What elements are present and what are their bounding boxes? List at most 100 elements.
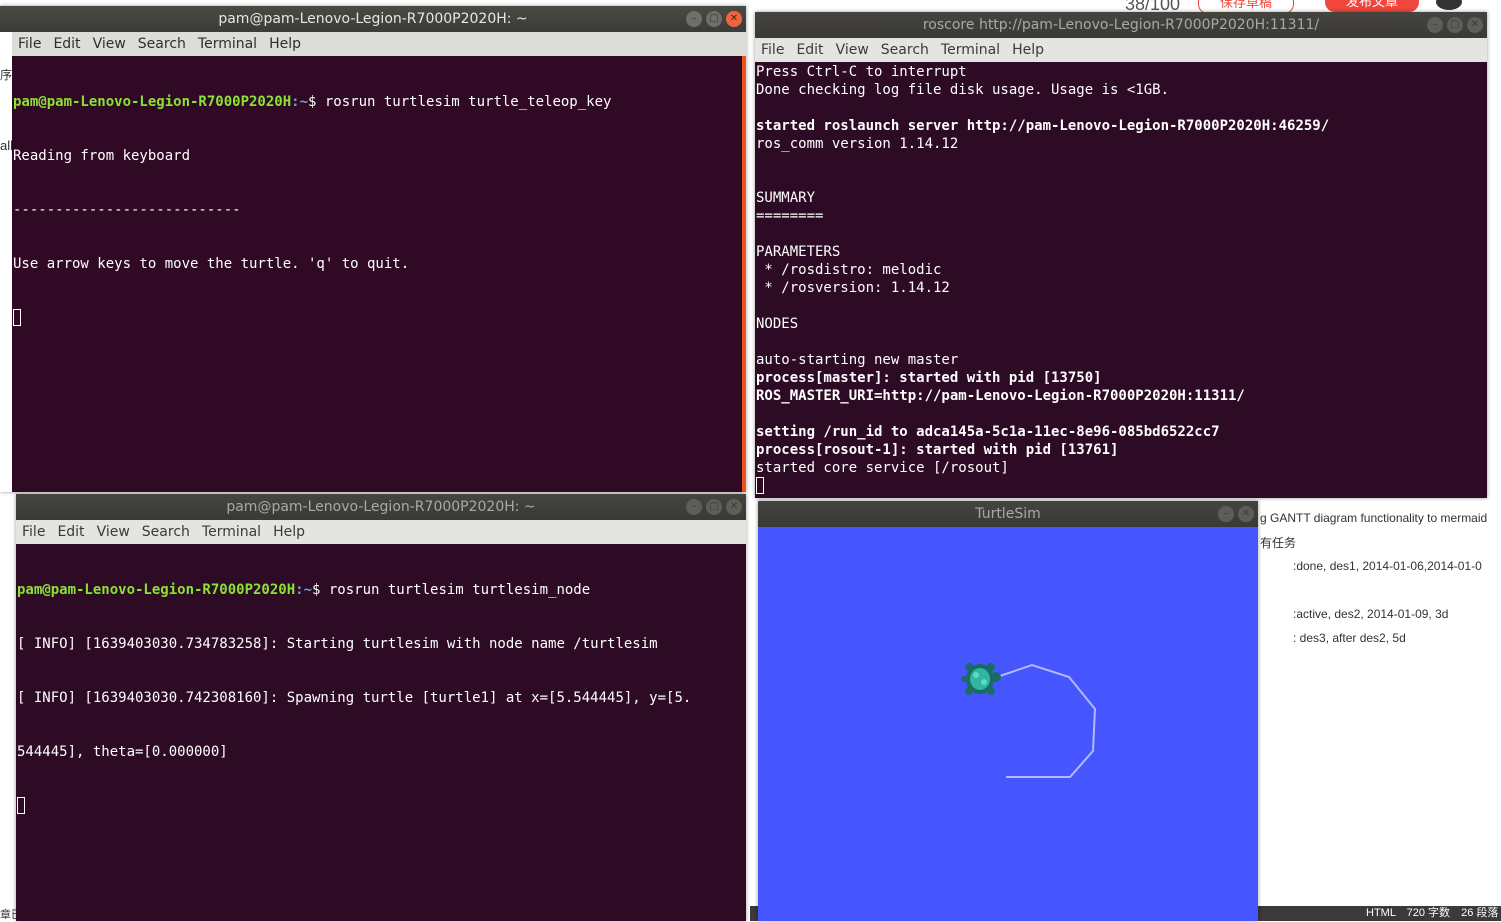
output-line: --------------------------- [13, 202, 241, 218]
terminal-output[interactable]: Press Ctrl-C to interrupt Done checking l… [755, 62, 1487, 498]
menu-help[interactable]: Help [273, 524, 305, 540]
output-line: process[rosout-1]: started with pid [137… [756, 442, 1119, 458]
text-cursor [756, 477, 764, 494]
menu-help[interactable]: Help [269, 36, 301, 52]
menu-file[interactable]: File [761, 42, 784, 58]
terminal-window-roscore[interactable]: roscore http://pam-Lenovo-Legion-R7000P2… [755, 12, 1487, 498]
output-line: setting /run_id to adca145a-5c1a-11ec-8e… [756, 424, 1220, 440]
prompt-line: pam@pam-Lenovo-Legion-R7000P2020H:~$ ros… [17, 581, 746, 599]
output-line: Done checking log file disk usage. Usage… [756, 82, 1170, 98]
text-cursor [13, 309, 21, 326]
menu-edit[interactable]: Edit [796, 42, 823, 58]
close-icon[interactable]: ✕ [726, 499, 742, 515]
maximize-icon[interactable]: □ [706, 499, 722, 515]
terminal-window-teleop[interactable]: pam@pam-Lenovo-Legion-R7000P2020H: ~ – □… [0, 6, 746, 492]
prompt-path: :~ [295, 582, 313, 598]
output-line: ros_comm version 1.14.12 [756, 136, 959, 152]
gantt-line-2: 有任务 [1260, 536, 1297, 550]
close-icon[interactable]: ✕ [726, 11, 742, 27]
maximize-icon[interactable]: □ [1447, 17, 1463, 33]
gantt-line-5: : des3, after des2, 5d [1293, 631, 1406, 645]
minimize-icon[interactable]: – [1427, 17, 1443, 33]
gantt-line-4: :active, des2, 2014-01-09, 3d [1293, 607, 1449, 621]
status-format: HTML [1366, 907, 1396, 919]
gantt-line-1: g GANTT diagram functionality to mermaid [1260, 511, 1488, 525]
prompt-path: :~ [291, 94, 309, 110]
window-title: roscore http://pam-Lenovo-Legion-R7000P2… [922, 17, 1320, 33]
command-text: $ rosrun turtlesim turtlesim_node [312, 582, 591, 598]
output-line: PARAMETERS [756, 244, 841, 260]
prompt-user: pam@pam-Lenovo-Legion-R7000P2020H [13, 94, 292, 110]
menu-view[interactable]: View [93, 36, 126, 52]
terminal-menubar: File Edit View Search Terminal Help [16, 520, 746, 544]
close-icon[interactable]: ✕ [1238, 506, 1254, 522]
menu-search[interactable]: Search [881, 42, 929, 58]
turtlesim-window[interactable]: TurtleSim – ✕ [758, 501, 1258, 921]
output-line: Press Ctrl-C to interrupt [756, 64, 967, 80]
menu-edit[interactable]: Edit [53, 36, 80, 52]
output-line: * /rosversion: 1.14.12 [756, 280, 950, 296]
avatar[interactable] [1436, 0, 1462, 10]
output-line: [ INFO] [1639403030.742308160]: Spawning… [17, 690, 692, 706]
turtlesim-canvas[interactable] [758, 527, 1258, 921]
terminal-window-node[interactable]: pam@pam-Lenovo-Legion-R7000P2020H: ~ – □… [16, 494, 746, 921]
maximize-icon[interactable]: □ [706, 11, 722, 27]
terminal-titlebar[interactable]: roscore http://pam-Lenovo-Legion-R7000P2… [755, 12, 1487, 38]
terminal-output[interactable]: pam@pam-Lenovo-Legion-R7000P2020H:~$ ros… [16, 544, 746, 921]
window-title: pam@pam-Lenovo-Legion-R7000P2020H: ~ [218, 11, 528, 27]
turtle-icon [961, 663, 1001, 695]
output-line: [ INFO] [1639403030.734783258]: Starting… [17, 636, 658, 652]
minimize-icon[interactable]: – [686, 11, 702, 27]
minimize-icon[interactable]: – [686, 499, 702, 515]
menu-view[interactable]: View [836, 42, 869, 58]
menu-terminal[interactable]: Terminal [198, 36, 257, 52]
prompt-line: pam@pam-Lenovo-Legion-R7000P2020H:~$ ros… [13, 93, 742, 111]
status-paragraphs: 26 段落 [1461, 907, 1499, 919]
menu-terminal[interactable]: Terminal [202, 524, 261, 540]
output-line: ======== [756, 208, 824, 224]
menu-search[interactable]: Search [138, 36, 186, 52]
turtlesim-drawing [961, 663, 1097, 778]
output-line: 544445], theta=[0.000000] [17, 744, 228, 760]
output-line: auto-starting new master [756, 352, 959, 368]
menu-edit[interactable]: Edit [57, 524, 84, 540]
window-title: TurtleSim [975, 506, 1041, 522]
menu-file[interactable]: File [18, 36, 41, 52]
gantt-line-3: :done, des1, 2014-01-06,2014-01-0 [1293, 559, 1482, 573]
menu-terminal[interactable]: Terminal [941, 42, 1000, 58]
output-line: ROS_MASTER_URI=http://pam-Lenovo-Legion-… [756, 388, 1245, 404]
menu-help[interactable]: Help [1012, 42, 1044, 58]
output-line: Reading from keyboard [13, 148, 191, 164]
minimize-icon[interactable]: – [1218, 506, 1234, 522]
output-line: * /rosdistro: melodic [756, 262, 942, 278]
output-line: Use arrow keys to move the turtle. 'q' t… [13, 256, 410, 272]
terminal-menubar: File Edit View Search Terminal Help [12, 32, 746, 56]
terminal-output[interactable]: pam@pam-Lenovo-Legion-R7000P2020H:~$ ros… [12, 56, 746, 492]
close-icon[interactable]: ✕ [1467, 17, 1483, 33]
output-line: started core service [/rosout] [756, 460, 1009, 476]
turtlesim-titlebar[interactable]: TurtleSim – ✕ [758, 501, 1258, 527]
menu-search[interactable]: Search [142, 524, 190, 540]
terminal-titlebar[interactable]: pam@pam-Lenovo-Legion-R7000P2020H: ~ – □… [0, 6, 746, 32]
terminal-menubar: File Edit View Search Terminal Help [755, 38, 1487, 62]
terminal-titlebar[interactable]: pam@pam-Lenovo-Legion-R7000P2020H: ~ – □… [16, 494, 746, 520]
menu-file[interactable]: File [22, 524, 45, 540]
output-line: process[master]: started with pid [13750… [756, 370, 1102, 386]
window-title: pam@pam-Lenovo-Legion-R7000P2020H: ~ [226, 499, 536, 515]
text-cursor [17, 797, 25, 814]
prompt-user: pam@pam-Lenovo-Legion-R7000P2020H [17, 582, 296, 598]
publish-button[interactable]: 发布文章 [1325, 0, 1419, 12]
output-line: started roslaunch server http://pam-Leno… [756, 118, 1330, 134]
command-text: $ rosrun turtlesim turtle_teleop_key [308, 94, 612, 110]
output-line: NODES [756, 316, 799, 332]
turtle-trail [999, 663, 1097, 778]
menu-view[interactable]: View [97, 524, 130, 540]
output-line: SUMMARY [756, 190, 816, 206]
